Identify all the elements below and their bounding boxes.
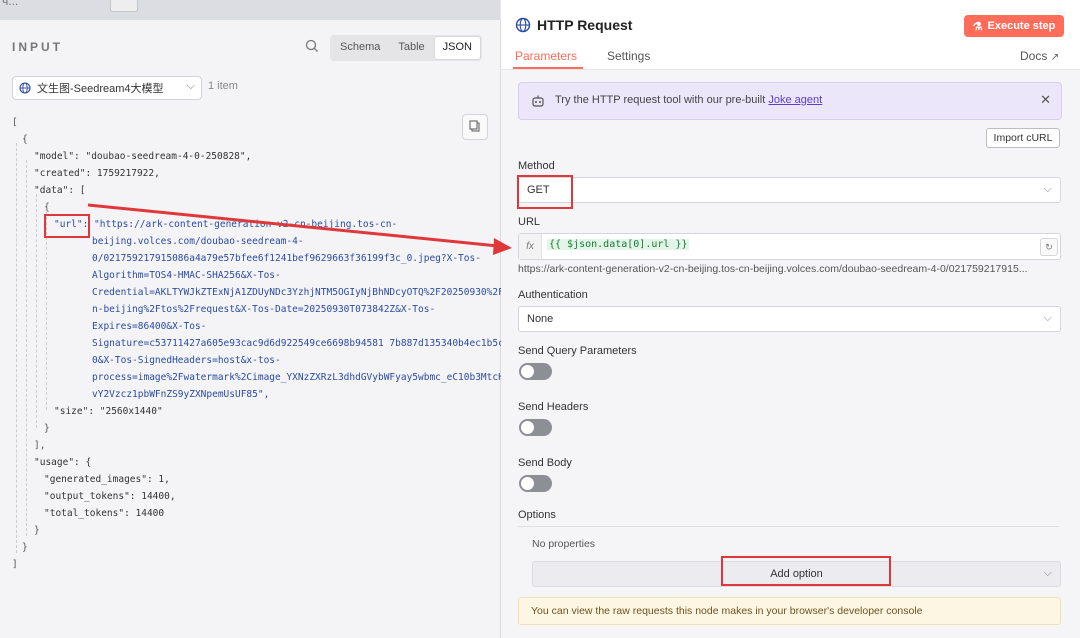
developer-console-notice: You can view the raw requests this node … (518, 597, 1061, 625)
external-link-icon: ↗ (1050, 52, 1060, 63)
top-strip-text: ч... (2, 0, 19, 8)
tip-banner: Try the HTTP request tool with our pre-b… (518, 82, 1062, 120)
execute-step-button[interactable]: ⚗ Execute step (964, 15, 1064, 37)
node-panel: HTTP Request ⚗ Execute step Parameters Se… (501, 0, 1080, 638)
url-key-highlight (44, 214, 90, 238)
json-line: n-beijing%2Ftos%2Frequest&X-Tos-Date=202… (92, 304, 436, 315)
json-line: Expires=86400&X-Tos- (92, 321, 207, 332)
json-line: "generated_images": 1, (44, 474, 170, 485)
options-divider (518, 526, 1059, 527)
indent-guide (16, 143, 17, 553)
chevron-down-icon: ⌵ (1043, 567, 1052, 579)
json-line: "total_tokens": 14400 (44, 508, 165, 519)
json-line: Algorithm=TOS4-HMAC-SHA256&X-Tos- (92, 270, 281, 281)
json-line: "output_tokens": 14400, (44, 491, 176, 502)
import-curl-button[interactable]: Import cURL (986, 128, 1060, 148)
json-line: Signature=c53711427a605e93cac9d6d922549c… (92, 338, 516, 349)
top-strip: ч... (0, 0, 500, 20)
json-line: beijing.volces.com/doubao-seedream-4- (92, 236, 304, 247)
url-input[interactable]: fx {{ $json.data[0].url }} ↻ (518, 233, 1061, 260)
node-title: HTTP Request (537, 17, 633, 33)
toggle-knob (521, 365, 534, 378)
indent-guide (36, 194, 37, 428)
send-query-label: Send Query Parameters (518, 345, 637, 357)
json-line: 0/021759217915086a4a79e57bfee6f1241bef96… (92, 253, 481, 264)
json-line: "model": "doubao-seedream-4-0-250828", (34, 151, 252, 162)
no-properties-text: No properties (532, 538, 596, 550)
json-line: Credential=AKLTYWJkZTExNjA1ZDUyNDc3YzhjN… (92, 287, 510, 298)
send-headers-toggle[interactable] (519, 419, 552, 436)
banner-text: Try the HTTP request tool with our pre-b… (555, 94, 769, 106)
indent-guide (46, 212, 47, 410)
url-preview: https://ark-content-generation-v2-cn-bei… (518, 263, 1028, 275)
top-strip-button[interactable] (110, 0, 138, 12)
send-body-label: Send Body (518, 457, 572, 469)
docs-label: Docs (1020, 49, 1048, 63)
toggle-knob (521, 421, 534, 434)
json-viewer: [ { "model": "doubao-seedream-4-0-250828… (0, 20, 515, 638)
chevron-down-icon: ⌵ (1043, 183, 1052, 195)
json-line: { (44, 202, 50, 213)
json-line: vY2Vzcz1pbWFnZS9yZXNpemUsUF85", (92, 389, 270, 400)
add-option-highlight (721, 556, 891, 586)
json-line: process=image%2Fwatermark%2Cimage_YXNzZX… (92, 372, 510, 383)
authentication-label: Authentication (518, 289, 588, 301)
globe-icon (515, 17, 531, 33)
docs-link[interactable]: Docs ↗ (1020, 49, 1059, 63)
json-line: "url": "https://ark-content-generation-v… (54, 219, 398, 230)
authentication-value: None (527, 313, 554, 325)
robot-icon (532, 95, 544, 107)
tab-parameters[interactable]: Parameters (515, 49, 577, 63)
json-line: } (34, 525, 40, 536)
json-line: ], (34, 440, 46, 451)
input-panel: INPUT Schema Table JSON 文生图-Seedream4大模型… (0, 20, 515, 638)
send-headers-label: Send Headers (518, 401, 589, 413)
json-line: ] (12, 559, 18, 570)
url-label: URL (518, 216, 541, 228)
joke-agent-link[interactable]: Joke agent (768, 94, 822, 106)
options-label: Options (518, 509, 556, 521)
flask-icon: ⚗ (972, 20, 983, 33)
json-line: "size": "2560x1440" (54, 406, 163, 417)
authentication-select[interactable]: None ⌵ (518, 306, 1061, 332)
execute-step-label: Execute step (987, 20, 1056, 32)
json-line: } (44, 423, 50, 434)
send-body-toggle[interactable] (519, 475, 552, 492)
json-line: "usage": { (34, 457, 92, 468)
method-highlight (517, 175, 573, 209)
json-line: } (22, 542, 28, 553)
close-icon[interactable]: ✕ (1040, 92, 1051, 108)
json-line: [ (12, 117, 18, 128)
json-line: "data": [ (34, 185, 86, 196)
url-expression: {{ $json.data[0].url }} (547, 239, 690, 250)
send-query-toggle[interactable] (519, 363, 552, 380)
method-label: Method (518, 160, 555, 172)
expression-icon: fx (519, 234, 542, 259)
notice-text: You can view the raw requests this node … (531, 605, 923, 617)
json-line: { (22, 134, 28, 145)
chevron-down-icon: ⌵ (1043, 312, 1052, 324)
method-select[interactable]: GET ⌵ (518, 177, 1061, 203)
indent-guide (26, 160, 27, 536)
refresh-icon[interactable]: ↻ (1040, 238, 1058, 256)
json-line: 0&X-Tos-SignedHeaders=host&x-tos- (92, 355, 281, 366)
json-line: "created": 1759217922, (34, 168, 160, 179)
tab-settings[interactable]: Settings (607, 49, 650, 63)
toggle-knob (521, 477, 534, 490)
